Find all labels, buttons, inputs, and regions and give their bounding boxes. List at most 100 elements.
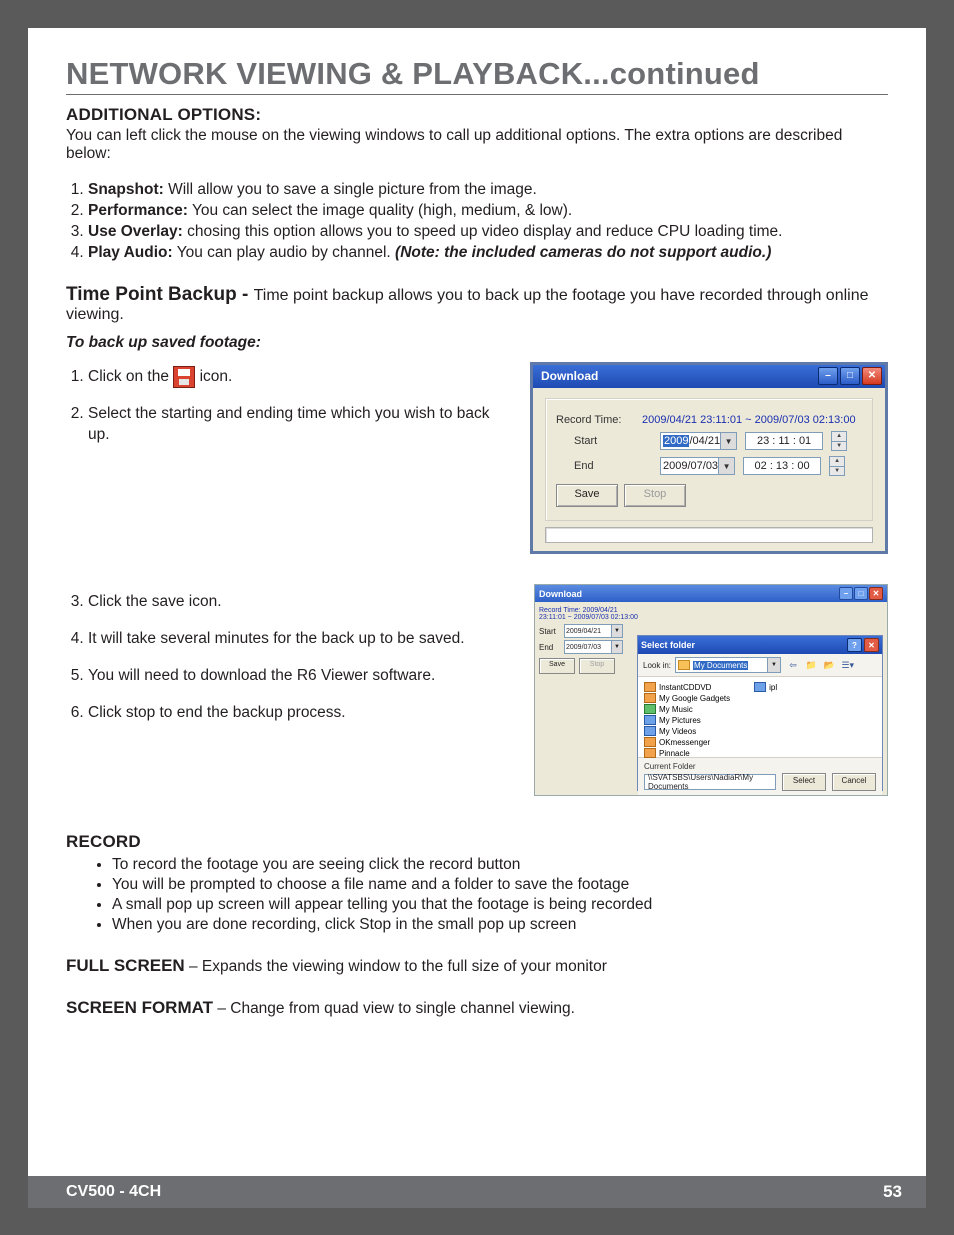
backup-steps-b: Click the save icon. It will take severa… [66, 584, 498, 740]
step-4: It will take several minutes for the bac… [88, 629, 498, 650]
list-item-label: My Videos [659, 727, 696, 736]
stop-button[interactable]: Stop [579, 658, 615, 674]
folder-icon [644, 726, 656, 736]
back-icon[interactable]: ⇦ [785, 657, 801, 673]
list-item-label: ipl [769, 683, 777, 692]
record-time-label: Record Time: [539, 607, 581, 614]
record-bullet: You will be prompted to choose a file na… [112, 876, 888, 894]
start-date-combo[interactable]: 2009/04/21▼ [660, 432, 737, 450]
spinner-down-icon[interactable]: ▼ [832, 441, 846, 451]
list-item[interactable]: My Videos [644, 726, 730, 736]
opt-label: Performance: [88, 202, 188, 219]
minimize-icon[interactable]: – [818, 367, 838, 385]
spinner-up-icon[interactable]: ▲ [832, 432, 846, 441]
step-text: Click on the [88, 368, 173, 385]
full-screen-text: – Expands the viewing window to the full… [185, 958, 607, 975]
folder-icon [678, 660, 690, 670]
cancel-button[interactable]: Cancel [832, 773, 876, 791]
start-date-combo[interactable]: 2009/04/21▼ [564, 624, 623, 638]
start-time-field[interactable]: 23 : 11 : 01 [745, 432, 823, 450]
save-button[interactable]: Save [539, 658, 575, 674]
list-item[interactable]: InstantCDDVD [644, 682, 730, 692]
close-icon[interactable]: ✕ [869, 587, 883, 600]
record-heading: RECORD [66, 832, 888, 852]
start-label: Start [556, 435, 652, 447]
stop-button[interactable]: Stop [624, 484, 686, 507]
window-title: Download [541, 369, 598, 383]
current-folder-label: Current Folder [644, 762, 876, 771]
chevron-down-icon[interactable]: ▼ [767, 658, 780, 672]
chevron-down-icon[interactable]: ▼ [611, 641, 622, 653]
maximize-icon[interactable]: □ [854, 587, 868, 600]
end-date-combo[interactable]: 2009/07/03▼ [660, 457, 735, 475]
end-date-value: 2009/07/03 [663, 460, 718, 472]
record-time-value: 2009/04/21 23:11:01 ~ 2009/07/03 02:13:0… [642, 414, 856, 426]
end-time-field[interactable]: 02 : 13 : 00 [743, 457, 821, 475]
chevron-down-icon[interactable]: ▼ [720, 433, 736, 449]
select-folder-title: Select folder [641, 640, 695, 650]
screen-format-label: SCREEN FORMAT [66, 998, 213, 1017]
record-bullet: A small pop up screen will appear tellin… [112, 896, 888, 914]
folder-icon [644, 693, 656, 703]
step-text: icon. [200, 368, 233, 385]
start-date-suffix: /04/21 [689, 435, 720, 447]
opt-label: Snapshot: [88, 181, 164, 198]
list-item-label: My Google Gadgets [659, 694, 730, 703]
list-item[interactable]: ipl [754, 682, 777, 692]
chevron-down-icon[interactable]: ▼ [718, 458, 734, 474]
full-screen-line: FULL SCREEN – Expands the viewing window… [66, 956, 888, 976]
opt-label: Use Overlay: [88, 223, 183, 240]
titlebar: Download – □ ✕ [533, 365, 885, 388]
record-time-label: Record Time: [556, 414, 634, 426]
screen-format-text: – Change from quad view to single channe… [213, 1000, 575, 1017]
step-5: You will need to download the R6 Viewer … [88, 666, 498, 687]
folder-icon [754, 682, 766, 692]
list-item[interactable]: My Google Gadgets [644, 693, 730, 703]
opt-label: Play Audio: [88, 244, 173, 261]
record-bullet: When you are done recording, click Stop … [112, 916, 888, 934]
close-icon[interactable]: ✕ [862, 367, 882, 385]
folder-icon [644, 682, 656, 692]
additional-options-list: Snapshot: Will allow you to save a singl… [66, 181, 888, 262]
footer-model: CV500 - 4CH [66, 1183, 161, 1201]
view-menu-icon[interactable]: ☰▾ [840, 657, 856, 673]
opt-performance: Performance: You can select the image qu… [88, 202, 888, 220]
folder-icon [644, 748, 656, 758]
new-folder-icon[interactable]: 📂 [822, 657, 838, 673]
list-item-label: My Pictures [659, 716, 701, 725]
look-in-combo[interactable]: My Documents▼ [675, 657, 781, 673]
page-number: 53 [883, 1182, 902, 1202]
folder-list[interactable]: InstantCDDVD My Google Gadgets My Music … [638, 677, 882, 757]
spinner-down-icon[interactable]: ▼ [830, 466, 844, 476]
list-item-label: InstantCDDVD [659, 683, 711, 692]
end-time-spinner[interactable]: ▲▼ [829, 456, 845, 476]
help-icon[interactable]: ? [847, 638, 862, 652]
maximize-icon[interactable]: □ [840, 367, 860, 385]
download-select-folder-screenshot: Download –□✕ Record Time: 2009/04/21 23:… [534, 584, 888, 796]
list-item[interactable]: My Music [644, 704, 730, 714]
list-item-label: OKmessenger [659, 738, 710, 747]
chevron-down-icon[interactable]: ▼ [611, 625, 622, 637]
look-in-label: Look in: [643, 661, 671, 670]
list-item-label: My Music [659, 705, 693, 714]
close-icon[interactable]: ✕ [864, 638, 879, 652]
select-button[interactable]: Select [782, 773, 826, 791]
end-label: End [556, 460, 652, 472]
step-select-times: Select the starting and ending time whic… [88, 404, 498, 446]
folder-icon [644, 715, 656, 725]
opt-snapshot: Snapshot: Will allow you to save a singl… [88, 181, 888, 199]
time-point-backup-label: Time Point Backup - [66, 284, 254, 305]
end-date-value: 2009/07/03 [566, 644, 601, 651]
opt-text: You can play audio by channel. [173, 244, 395, 261]
up-folder-icon[interactable]: 📁 [803, 657, 819, 673]
end-date-combo[interactable]: 2009/07/03 ▼ [564, 640, 623, 654]
additional-options-intro: You can left click the mouse on the view… [66, 127, 888, 163]
save-button[interactable]: Save [556, 484, 618, 507]
spinner-up-icon[interactable]: ▲ [830, 457, 844, 466]
list-item[interactable]: My Pictures [644, 715, 730, 725]
current-folder-path[interactable]: \\SVATSBS\Users\NadiaR\My Documents [644, 774, 776, 790]
minimize-icon[interactable]: – [839, 587, 853, 600]
start-time-spinner[interactable]: ▲▼ [831, 431, 847, 451]
list-item[interactable]: Pinnacle [644, 748, 730, 758]
list-item[interactable]: OKmessenger [644, 737, 730, 747]
